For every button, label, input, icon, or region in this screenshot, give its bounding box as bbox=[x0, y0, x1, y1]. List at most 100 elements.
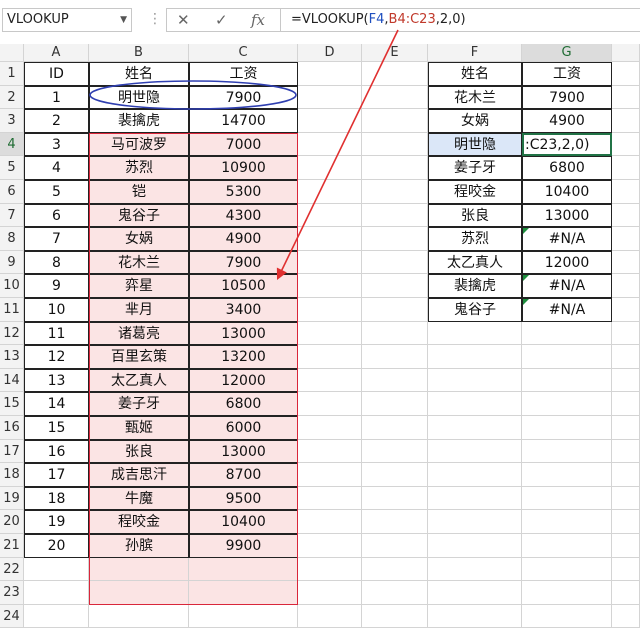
cell-h6[interactable] bbox=[612, 180, 640, 204]
cell-b14[interactable]: 太乙真人 bbox=[89, 368, 189, 393]
cell-c10[interactable]: 10500 bbox=[189, 274, 298, 298]
cell-g20[interactable] bbox=[522, 510, 612, 534]
cell-g16[interactable] bbox=[522, 416, 612, 440]
cell-e19[interactable] bbox=[362, 486, 428, 511]
cell-e12[interactable] bbox=[362, 321, 428, 346]
cell-b7[interactable]: 鬼谷子 bbox=[89, 203, 189, 228]
cell-h4[interactable] bbox=[612, 132, 640, 157]
cell-e10[interactable] bbox=[362, 274, 428, 298]
cell-b19[interactable]: 牛魔 bbox=[89, 486, 189, 511]
row-header-16[interactable]: 16 bbox=[0, 416, 24, 440]
cell-a8[interactable]: 7 bbox=[24, 227, 89, 251]
cell-d1[interactable] bbox=[298, 62, 362, 86]
cell-h10[interactable] bbox=[612, 274, 640, 298]
insert-function-icon[interactable]: fx bbox=[251, 9, 265, 31]
cell-a14[interactable]: 13 bbox=[24, 368, 89, 393]
cell-d20[interactable] bbox=[298, 510, 362, 534]
cell-h11[interactable] bbox=[612, 298, 640, 322]
cell-b6[interactable]: 铠 bbox=[89, 180, 189, 204]
cell-g19[interactable] bbox=[522, 486, 612, 511]
cell-d3[interactable] bbox=[298, 109, 362, 133]
select-all-corner[interactable] bbox=[0, 44, 24, 62]
cell-c16[interactable]: 6000 bbox=[189, 416, 298, 440]
column-header-f[interactable]: F bbox=[428, 44, 522, 62]
cell-d23[interactable] bbox=[298, 581, 362, 605]
cell-f6[interactable]: 程咬金 bbox=[428, 180, 522, 204]
cell-d18[interactable] bbox=[298, 463, 362, 487]
formula-input[interactable]: =VLOOKUP(F4,B4:C23,2,0) bbox=[280, 8, 640, 32]
cell-f11[interactable]: 鬼谷子 bbox=[428, 298, 522, 322]
column-header-b[interactable]: B bbox=[89, 44, 189, 62]
cell-h17[interactable] bbox=[612, 439, 640, 464]
cell-a3[interactable]: 2 bbox=[24, 109, 89, 133]
cell-e18[interactable] bbox=[362, 463, 428, 487]
row-header-17[interactable]: 17 bbox=[0, 439, 24, 464]
cell-h14[interactable] bbox=[612, 368, 640, 393]
cell-g11[interactable]: #N/A bbox=[522, 298, 612, 322]
error-indicator-icon[interactable] bbox=[523, 228, 529, 235]
cell-f22[interactable] bbox=[428, 557, 522, 582]
row-header-7[interactable]: 7 bbox=[0, 203, 24, 228]
cell-h23[interactable] bbox=[612, 581, 640, 605]
cell-e21[interactable] bbox=[362, 534, 428, 558]
cell-a9[interactable]: 8 bbox=[24, 250, 89, 275]
cell-b22[interactable] bbox=[89, 557, 189, 582]
row-header-14[interactable]: 14 bbox=[0, 368, 24, 393]
cell-e14[interactable] bbox=[362, 368, 428, 393]
cell-c15[interactable]: 6800 bbox=[189, 392, 298, 416]
cell-a16[interactable]: 15 bbox=[24, 416, 89, 440]
row-header-23[interactable]: 23 bbox=[0, 581, 24, 605]
cell-d15[interactable] bbox=[298, 392, 362, 416]
row-header-2[interactable]: 2 bbox=[0, 85, 24, 110]
cell-h22[interactable] bbox=[612, 557, 640, 582]
cell-b5[interactable]: 苏烈 bbox=[89, 156, 189, 180]
chevron-down-icon[interactable]: ▼ bbox=[120, 9, 127, 31]
cell-g15[interactable] bbox=[522, 392, 612, 416]
cell-b9[interactable]: 花木兰 bbox=[89, 250, 189, 275]
cell-c23[interactable] bbox=[189, 581, 298, 605]
cell-f13[interactable] bbox=[428, 345, 522, 369]
cell-d8[interactable] bbox=[298, 227, 362, 251]
cell-h21[interactable] bbox=[612, 534, 640, 558]
cell-f15[interactable] bbox=[428, 392, 522, 416]
cell-c11[interactable]: 3400 bbox=[189, 298, 298, 322]
cell-h9[interactable] bbox=[612, 250, 640, 275]
cell-h5[interactable] bbox=[612, 156, 640, 180]
cell-e9[interactable] bbox=[362, 250, 428, 275]
cell-e23[interactable] bbox=[362, 581, 428, 605]
cell-e6[interactable] bbox=[362, 180, 428, 204]
cell-c21[interactable]: 9900 bbox=[189, 534, 298, 558]
enter-icon[interactable]: ✓ bbox=[215, 9, 228, 31]
cell-a21[interactable]: 20 bbox=[24, 534, 89, 558]
cancel-icon[interactable]: ✕ bbox=[177, 9, 190, 31]
cell-e5[interactable] bbox=[362, 156, 428, 180]
row-header-6[interactable]: 6 bbox=[0, 180, 24, 204]
cell-f12[interactable] bbox=[428, 321, 522, 346]
cell-g3[interactable]: 4900 bbox=[522, 109, 612, 133]
cell-b10[interactable]: 弈星 bbox=[89, 274, 189, 298]
cell-a2[interactable]: 1 bbox=[24, 85, 89, 110]
cell-d9[interactable] bbox=[298, 250, 362, 275]
cell-h1[interactable] bbox=[612, 62, 640, 86]
column-header-g[interactable]: G bbox=[522, 44, 612, 62]
cell-g4[interactable]: :C23,2,0) bbox=[522, 132, 612, 157]
cell-f16[interactable] bbox=[428, 416, 522, 440]
cell-e13[interactable] bbox=[362, 345, 428, 369]
row-header-3[interactable]: 3 bbox=[0, 109, 24, 133]
row-header-20[interactable]: 20 bbox=[0, 510, 24, 534]
cell-h13[interactable] bbox=[612, 345, 640, 369]
cell-f3[interactable]: 女娲 bbox=[428, 109, 522, 133]
cell-g5[interactable]: 6800 bbox=[522, 156, 612, 180]
cell-g17[interactable] bbox=[522, 439, 612, 464]
cell-a20[interactable]: 19 bbox=[24, 510, 89, 534]
cell-b2[interactable]: 明世隐 bbox=[89, 85, 189, 110]
cell-d13[interactable] bbox=[298, 345, 362, 369]
cell-a7[interactable]: 6 bbox=[24, 203, 89, 228]
cell-a1[interactable]: ID bbox=[24, 62, 89, 86]
cell-d16[interactable] bbox=[298, 416, 362, 440]
cell-f21[interactable] bbox=[428, 534, 522, 558]
cell-f1[interactable]: 姓名 bbox=[428, 62, 522, 86]
cell-f5[interactable]: 姜子牙 bbox=[428, 156, 522, 180]
cell-a13[interactable]: 12 bbox=[24, 345, 89, 369]
cell-e20[interactable] bbox=[362, 510, 428, 534]
